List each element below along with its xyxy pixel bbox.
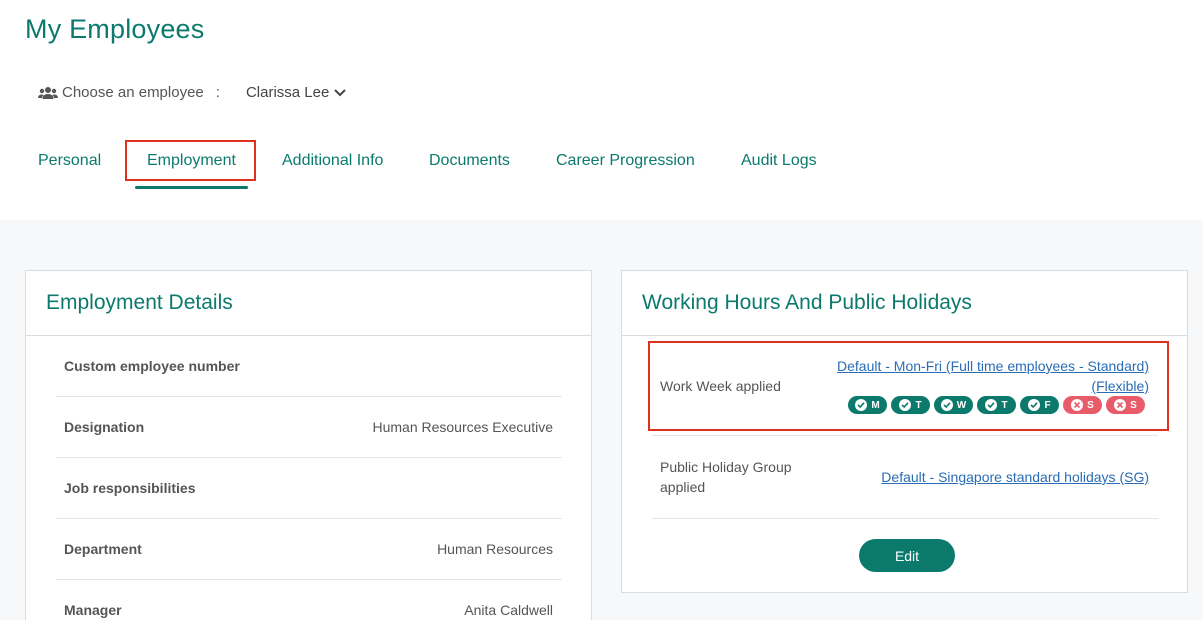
- cross-icon: [1071, 399, 1084, 411]
- day-letter: M: [871, 399, 880, 411]
- detail-value: Human Resources Executive: [372, 419, 553, 435]
- divider: [622, 335, 1187, 336]
- cross-icon: [1114, 399, 1127, 411]
- day-pill-working: M: [848, 396, 887, 414]
- check-icon: [855, 399, 868, 411]
- check-icon: [940, 399, 953, 411]
- day-pill-working: W: [934, 396, 973, 414]
- detail-row: Department Human Resources: [56, 519, 562, 580]
- detail-label: Custom employee number: [64, 358, 240, 374]
- tab-personal[interactable]: Personal: [38, 152, 101, 170]
- check-icon: [985, 399, 998, 411]
- employment-details-card: Employment Details Custom employee numbe…: [25, 270, 592, 620]
- tab-additional-info[interactable]: Additional Info: [282, 152, 383, 170]
- work-week-link-line1: Default - Mon-Fri (Full time employees -…: [837, 358, 1149, 374]
- work-week-link[interactable]: Default - Mon-Fri (Full time employees -…: [837, 356, 1149, 396]
- users-icon: [38, 86, 58, 99]
- card-title: Working Hours And Public Holidays: [642, 291, 972, 314]
- tab-documents[interactable]: Documents: [429, 152, 510, 170]
- employee-select[interactable]: Clarissa Lee: [245, 84, 347, 101]
- holiday-label-line2: applied: [660, 479, 706, 495]
- day-pill-working: T: [891, 396, 930, 414]
- detail-value: Anita Caldwell: [464, 602, 553, 618]
- card-title: Employment Details: [46, 291, 233, 314]
- selected-employee: Clarissa Lee: [245, 84, 330, 101]
- work-week-label: Work Week applied: [660, 378, 781, 394]
- divider: [652, 518, 1158, 519]
- chooser-colon: :: [215, 84, 220, 101]
- working-hours-card: Working Hours And Public Holidays Work W…: [621, 270, 1188, 593]
- detail-row: Custom employee number: [56, 336, 562, 397]
- day-pill-off: S: [1106, 396, 1145, 414]
- detail-row: Job responsibilities: [56, 458, 562, 519]
- edit-button[interactable]: Edit: [859, 539, 955, 572]
- detail-label: Job responsibilities: [64, 480, 196, 496]
- detail-label: Designation: [64, 419, 145, 435]
- holiday-label-line1: Public Holiday Group: [660, 459, 792, 475]
- tab-audit-logs[interactable]: Audit Logs: [741, 152, 817, 170]
- holiday-group-link[interactable]: Default - Singapore standard holidays (S…: [881, 467, 1149, 487]
- check-icon: [899, 399, 912, 411]
- detail-label: Department: [64, 541, 142, 557]
- detail-row: Manager Anita Caldwell: [56, 580, 562, 620]
- day-letter: W: [956, 399, 967, 411]
- divider: [652, 435, 1158, 436]
- employee-chooser: Choose an employee : Clarissa Lee: [38, 84, 347, 101]
- detail-row: Designation Human Resources Executive: [56, 397, 562, 458]
- day-pill-off: S: [1063, 396, 1102, 414]
- day-letter: T: [1001, 399, 1008, 411]
- holiday-group-label: Public Holiday Group applied: [660, 457, 792, 497]
- work-week-link-line2: (Flexible): [1091, 378, 1149, 394]
- day-pill-working: F: [1020, 396, 1059, 414]
- day-letter: S: [1087, 399, 1094, 411]
- page-title: My Employees: [25, 14, 205, 44]
- tab-career-progression[interactable]: Career Progression: [556, 152, 695, 170]
- chooser-label: Choose an employee: [62, 84, 204, 101]
- work-days: MTWTFSS: [848, 396, 1145, 414]
- tab-employment[interactable]: Employment: [147, 152, 236, 170]
- day-letter: F: [1044, 399, 1051, 411]
- detail-label: Manager: [64, 602, 122, 618]
- check-icon: [1028, 399, 1041, 411]
- active-tab-underline: [135, 186, 248, 189]
- chevron-down-icon: [334, 88, 347, 96]
- day-letter: T: [915, 399, 922, 411]
- day-pill-working: T: [977, 396, 1016, 414]
- day-letter: S: [1130, 399, 1137, 411]
- detail-value: Human Resources: [437, 541, 553, 557]
